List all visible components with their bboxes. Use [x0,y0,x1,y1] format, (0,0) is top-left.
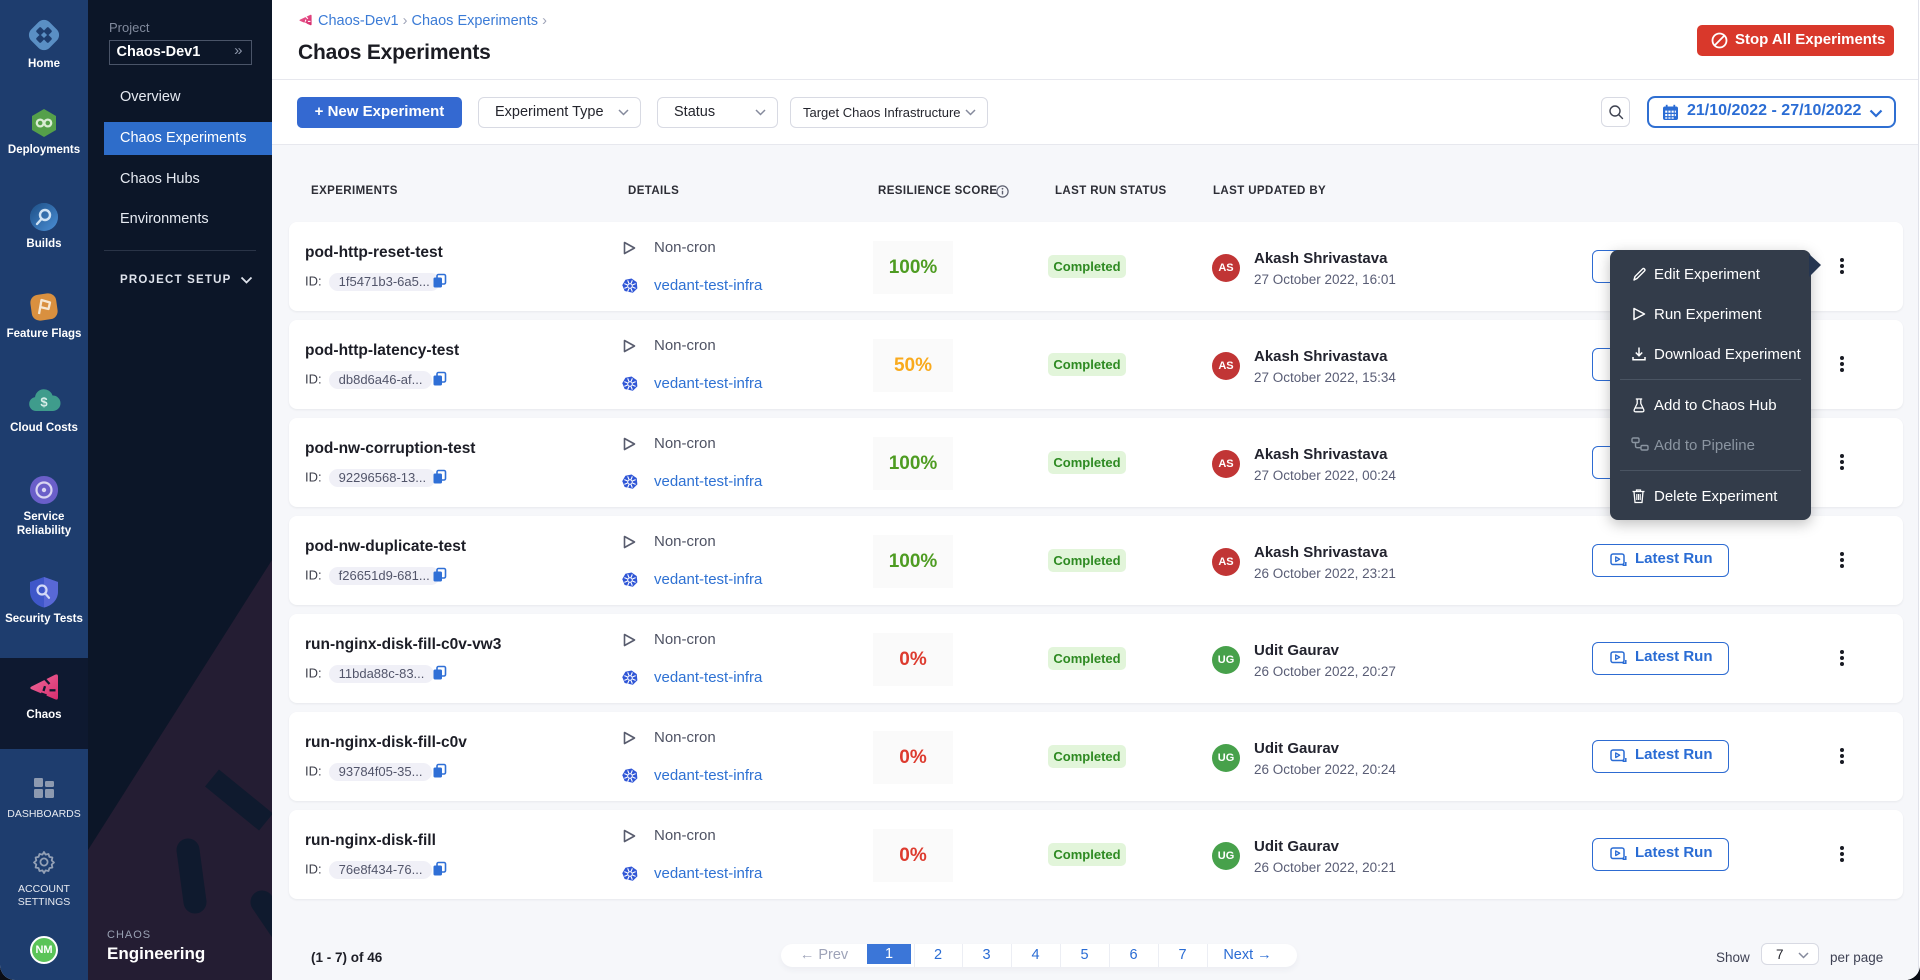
svg-text:$: $ [40,395,48,410]
